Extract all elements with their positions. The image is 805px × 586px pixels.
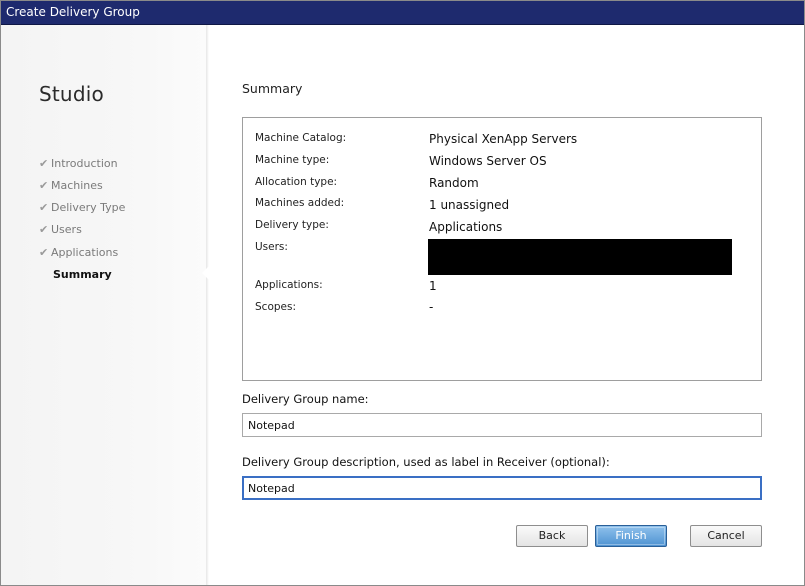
step-label: Summary (53, 268, 112, 281)
sidebar-divider (206, 25, 209, 585)
step-delivery-type[interactable]: ✔ Delivery Type (39, 201, 125, 217)
delivery-group-description-label: Delivery Group description, used as labe… (242, 455, 610, 469)
step-label: Machines (51, 179, 103, 192)
active-step-pointer (202, 265, 210, 281)
step-introduction[interactable]: ✔ Introduction (39, 157, 118, 173)
checkmark-icon: ✔ (39, 157, 49, 170)
step-machines[interactable]: ✔ Machines (39, 179, 103, 195)
checkmark-icon: ✔ (39, 223, 49, 236)
summary-label-machine-catalog: Machine Catalog: (255, 132, 347, 144)
step-applications[interactable]: ✔ Applications (39, 246, 118, 262)
page-title: Summary (242, 81, 303, 96)
step-label: Introduction (51, 157, 118, 170)
finish-button[interactable]: Finish (595, 525, 667, 547)
summary-label-machines-added: Machines added: (255, 197, 345, 209)
sidebar (1, 25, 206, 585)
window-title: Create Delivery Group (6, 5, 140, 19)
summary-value-applications: 1 (429, 279, 437, 293)
summary-value-machine-type: Windows Server OS (429, 154, 547, 168)
summary-value-delivery-type: Applications (429, 220, 503, 234)
summary-label-scopes: Scopes: (255, 301, 296, 313)
summary-value-allocation-type: Random (429, 176, 479, 190)
summary-label-applications: Applications: (255, 279, 323, 291)
step-label: Delivery Type (51, 201, 126, 214)
step-label: Applications (51, 246, 119, 259)
checkmark-icon: ✔ (39, 179, 49, 192)
create-delivery-group-dialog: Create Delivery Group Studio ✔ Introducti… (0, 0, 805, 586)
delivery-group-name-label: Delivery Group name: (242, 392, 369, 406)
step-users[interactable]: ✔ Users (39, 223, 82, 239)
step-label: Users (51, 223, 82, 236)
back-button[interactable]: Back (516, 525, 588, 547)
summary-value-machines-added: 1 unassigned (429, 198, 510, 212)
cancel-button[interactable]: Cancel (690, 525, 762, 547)
summary-value-scopes: - (429, 300, 434, 314)
title-bar[interactable]: Create Delivery Group (1, 1, 804, 25)
summary-label-users: Users: (255, 241, 288, 253)
summary-value-machine-catalog: Physical XenApp Servers (429, 132, 578, 146)
delivery-group-name-input[interactable] (242, 413, 762, 437)
checkmark-icon: ✔ (39, 201, 49, 214)
summary-label-delivery-type: Delivery type: (255, 219, 329, 231)
checkmark-icon: ✔ (39, 246, 49, 259)
studio-title: Studio (39, 82, 104, 106)
step-summary[interactable]: Summary (53, 268, 112, 284)
delivery-group-description-input[interactable] (242, 476, 762, 500)
summary-label-machine-type: Machine type: (255, 154, 330, 166)
redacted-users-value (428, 239, 732, 275)
summary-label-allocation-type: Allocation type: (255, 176, 338, 188)
